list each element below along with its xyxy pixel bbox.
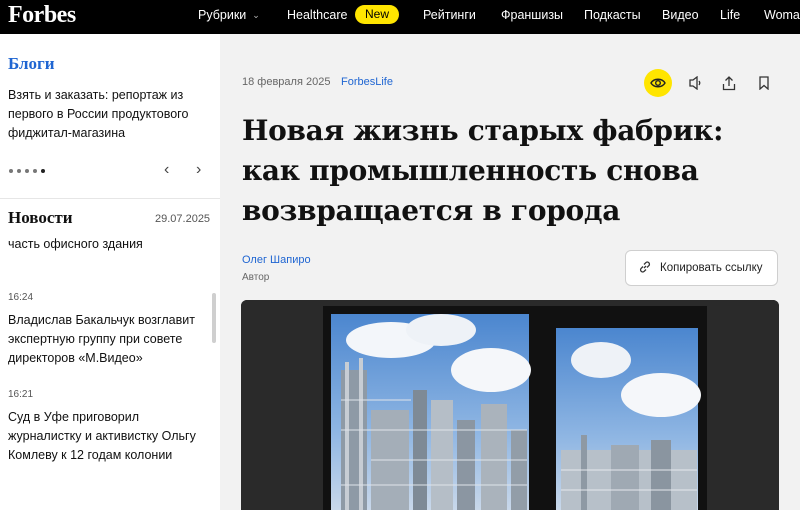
blogs-title[interactable]: Блоги [8,54,55,74]
copy-link-button[interactable]: Копировать ссылку [625,250,778,286]
nav-rubrics-label: Рубрики [198,8,247,22]
news-item[interactable]: 16:21 Суд в Уфе приговорил журналистку и… [8,389,203,465]
forbes-logo[interactable]: Forbes [8,2,76,29]
news-item-partial[interactable]: часть офисного здания [8,235,143,254]
chevron-right-icon[interactable]: › [196,161,201,179]
news-feed: часть офисного здания 16:24 Владислав Ба… [0,234,220,510]
sidebar: Блоги Взять и заказать: репортаж из перв… [0,34,220,510]
blog-post-link[interactable]: Взять и заказать: репортаж из первого в … [8,86,208,143]
divider [0,198,220,199]
author-link[interactable]: Олег Шапиро [242,254,311,266]
carousel-dot[interactable] [9,169,13,173]
link-icon [638,260,652,277]
article-section-link[interactable]: ForbesLife [341,76,393,88]
chevron-down-icon: ⌄ [252,10,260,20]
nav-woman[interactable]: Woman [764,8,800,22]
nav-ratings[interactable]: Рейтинги [423,8,476,22]
eye-icon[interactable] [644,69,672,97]
nav-video[interactable]: Видео [662,8,699,22]
nav-rubrics[interactable]: Рубрики ⌄ [198,8,260,22]
copy-link-label: Копировать ссылку [660,262,763,274]
listen-audio-icon[interactable] [683,70,709,96]
news-headline[interactable]: Владислав Бакальчук возглавит экспертную… [8,311,203,368]
nav-life[interactable]: Life [720,8,740,22]
carousel-dot[interactable] [17,169,21,173]
news-item[interactable]: 16:24 Владислав Бакальчук возглавит эксп… [8,292,203,368]
article: 18 февраля 2025 ForbesLife Новая жизнь с… [220,34,800,510]
carousel-dot-active[interactable] [41,169,45,173]
carousel-dots [9,169,45,173]
new-badge[interactable]: New [355,5,399,24]
news-date: 29.07.2025 [155,213,211,225]
carousel-dot[interactable] [33,169,37,173]
author-role: Автор [242,272,270,283]
chevron-left-icon[interactable]: ‹ [164,161,169,179]
article-headline: Новая жизнь старых фабрик: как промышлен… [242,114,724,227]
top-navigation-bar: Forbes Рубрики ⌄ Healthcare New Рейтинги … [0,0,800,34]
bookmark-icon[interactable] [751,70,777,96]
article-date: 18 февраля 2025 [242,76,331,88]
nav-franchises[interactable]: Франшизы [501,8,563,22]
share-icon[interactable] [716,70,742,96]
nav-healthcare[interactable]: Healthcare [287,8,347,22]
news-headline[interactable]: Суд в Уфе приговорил журналистку и актив… [8,408,203,465]
news-title[interactable]: Новости [8,208,73,228]
news-time: 16:24 [8,292,34,303]
news-scrollbar[interactable] [212,293,216,343]
carousel-dot[interactable] [25,169,29,173]
news-time: 16:21 [8,389,34,400]
article-photo [241,300,779,510]
nav-podcasts[interactable]: Подкасты [584,8,641,22]
